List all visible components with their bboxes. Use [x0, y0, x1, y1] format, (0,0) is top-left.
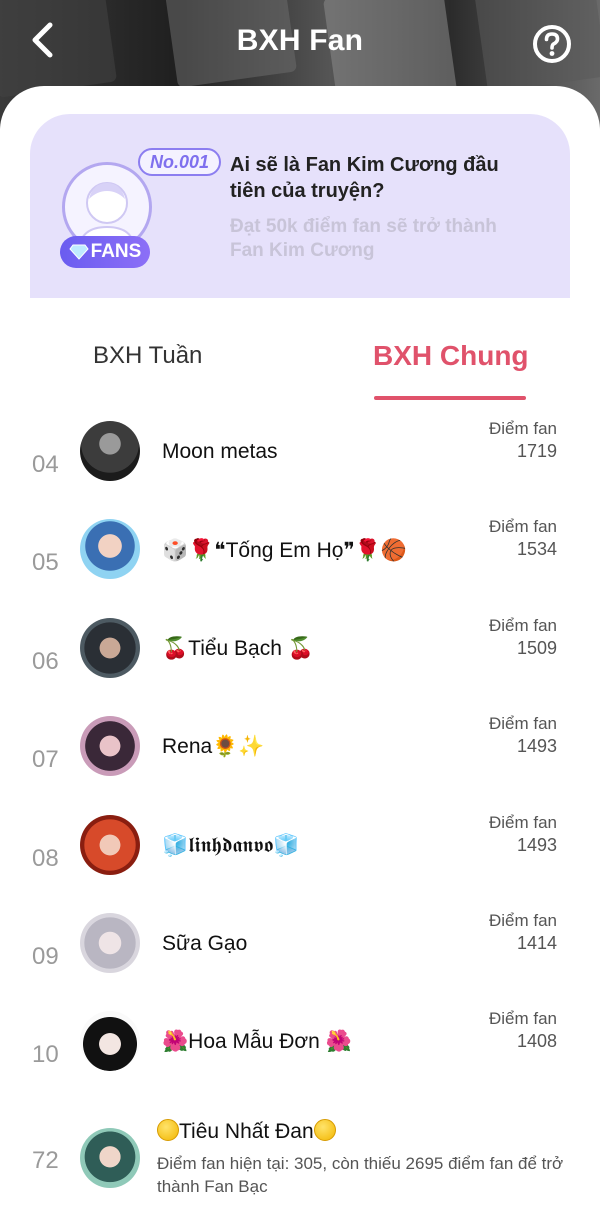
- current-user-progress-text: Điểm fan hiện tại: 305, còn thiếu 2695 đ…: [157, 1154, 564, 1196]
- avatar: [80, 1128, 140, 1188]
- rank-number: 08: [32, 844, 59, 872]
- list-item[interactable]: 04 Moon metas Điểm fan 1719: [0, 419, 600, 519]
- avatar: [80, 1011, 140, 1072]
- score-label: Điểm fan: [488, 714, 557, 734]
- list-item[interactable]: 08 🧊𝖑𝖎𝖓𝖍𝖉𝖆𝖓𝖛𝖔🧊 Điểm fan 1493: [0, 812, 600, 913]
- gold-coin-icon: [313, 1119, 336, 1141]
- avatar: [80, 814, 140, 875]
- current-user-name: Tiêu Nhất Đan: [179, 1120, 314, 1143]
- fan-name: 🎲🌹❝Tống Em Họ❞🌹🏀: [162, 539, 408, 563]
- score-label: Điểm fan: [488, 419, 557, 438]
- rank-number: 10: [32, 1041, 59, 1069]
- current-user-row[interactable]: 72 Tiêu Nhất Đan Điểm fan hiện tại: 305,…: [0, 1099, 600, 1207]
- score-value: 1719: [516, 441, 557, 461]
- rank-number: 05: [32, 549, 59, 577]
- fan-name: Moon metas: [162, 440, 278, 463]
- list-item[interactable]: 10 🌺Hoa Mẫu Đơn 🌺 Điểm fan 1408: [0, 1009, 600, 1109]
- tab-overall[interactable]: BXH Chung: [373, 340, 529, 372]
- fans-badge: FANS: [60, 236, 150, 268]
- page-title: BXH Fan: [236, 24, 364, 57]
- tab-weekly[interactable]: BXH Tuần: [93, 342, 202, 370]
- fan-name: 🌺Hoa Mẫu Đơn 🌺: [162, 1030, 352, 1054]
- score-label: Điểm fan: [488, 615, 557, 635]
- banner-subtitle: Đạt 50k điểm fan sẽ trở thành Fan Kim Cư…: [230, 216, 497, 261]
- top-bar: BXH Fan: [0, 0, 600, 86]
- leaderboard-list: 04 Moon metas Điểm fan 1719 05 🎲🌹❝Tống E…: [0, 419, 600, 1110]
- rank-number: 09: [32, 942, 59, 970]
- fan-name: 🧊𝖑𝖎𝖓𝖍𝖉𝖆𝖓𝖛𝖔🧊: [162, 833, 300, 857]
- diamond-icon: [69, 244, 89, 260]
- score-label: Điểm fan: [488, 517, 557, 537]
- list-item[interactable]: 05 🎲🌹❝Tống Em Họ❞🌹🏀 Điểm fan 1534: [0, 517, 600, 617]
- question-mark-icon: [533, 25, 571, 63]
- list-item[interactable]: 09 Sữa Gạo Điểm fan 1414: [0, 910, 600, 1011]
- current-user-rank: 72: [32, 1147, 59, 1174]
- fan-name: Sữa Gạo: [162, 931, 248, 955]
- diamond-fan-banner[interactable]: FANS No.001 Ai sẽ là Fan Kim Cương đầu t…: [30, 114, 570, 298]
- avatar: [80, 716, 140, 777]
- list-item[interactable]: 07 Rena🌻✨ Điểm fan 1493: [0, 714, 600, 814]
- list-item[interactable]: 06 🍒Tiểu Bạch 🍒 Điểm fan 1509: [0, 615, 600, 716]
- avatar: [80, 421, 140, 481]
- score-label: Điểm fan: [488, 1009, 557, 1029]
- avatar: [80, 617, 140, 678]
- current-user-name-line: Tiêu Nhất Đan: [157, 1119, 336, 1144]
- fans-badge-label: FANS: [90, 241, 142, 262]
- score-value: 1414: [516, 932, 557, 953]
- rank-number: 06: [32, 647, 59, 675]
- active-tab-indicator: [374, 396, 526, 400]
- help-button[interactable]: [532, 24, 572, 64]
- score-value: 1408: [516, 1031, 557, 1052]
- score-value: 1493: [516, 736, 557, 757]
- score-label: Điểm fan: [488, 812, 557, 832]
- avatar: [80, 912, 140, 973]
- content-sheet: FANS No.001 Ai sẽ là Fan Kim Cương đầu t…: [0, 86, 600, 1207]
- rank-tag: No.001: [138, 148, 222, 176]
- ranking-tabs: BXH Tuần BXH Chung: [0, 334, 600, 404]
- avatar: [80, 519, 140, 580]
- fan-name: Rena🌻✨: [162, 735, 265, 759]
- fan-name: 🍒Tiểu Bạch 🍒: [162, 636, 314, 660]
- score-value: 1509: [516, 637, 557, 658]
- score-value: 1534: [516, 539, 557, 560]
- rank-number: 04: [32, 451, 59, 478]
- rank-number: 07: [32, 746, 59, 774]
- banner-title: Ai sẽ là Fan Kim Cương đầu tiên của truy…: [230, 154, 499, 202]
- score-label: Điểm fan: [488, 910, 557, 930]
- gold-coin-icon: [157, 1119, 179, 1141]
- score-value: 1493: [516, 834, 557, 855]
